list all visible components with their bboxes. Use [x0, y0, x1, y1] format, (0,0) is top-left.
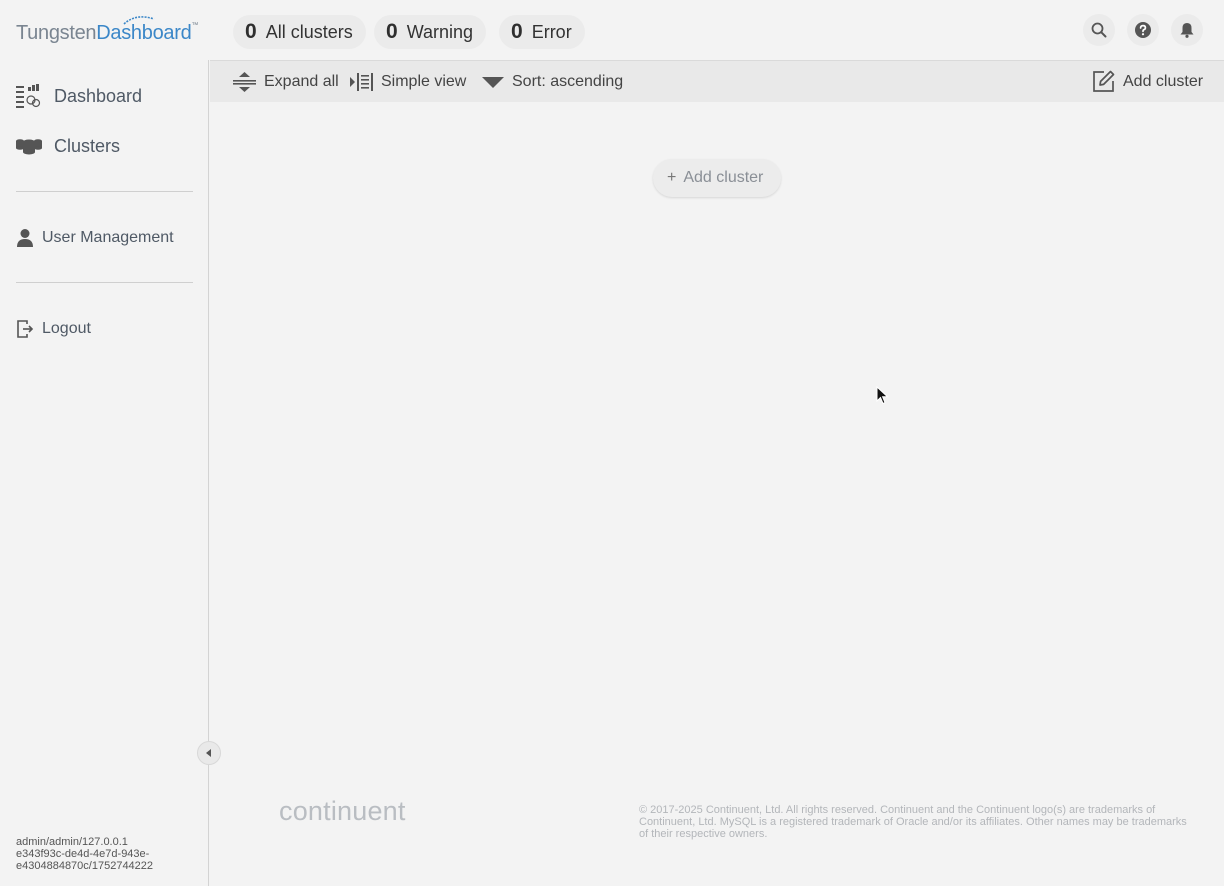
notifications-button[interactable]: [1171, 14, 1203, 46]
logo-trademark: ™: [191, 22, 199, 29]
expand-all-button[interactable]: Expand all: [233, 61, 339, 102]
logo-text-bold: Dashboard: [96, 22, 192, 44]
mouse-cursor-icon: [876, 386, 889, 405]
stat-all-clusters[interactable]: 0 All clusters: [233, 15, 366, 49]
session-id-part1: e343f93c-de4d-4e7d-943e-: [16, 848, 150, 860]
caret-down-icon: [482, 76, 504, 88]
dashboard-icon: [16, 84, 41, 108]
sort-button[interactable]: Sort: ascending: [482, 61, 623, 102]
sidebar-item-label: Logout: [42, 320, 91, 337]
stat-count: 0: [245, 20, 257, 43]
main-content: + Add cluster continuent © 2017-2025 Con…: [210, 102, 1224, 886]
sidebar-item-label: Dashboard: [54, 85, 143, 106]
session-info: admin/admin/127.0.0.1 e343f93c-de4d-4e7d…: [16, 836, 196, 872]
sidebar-item-dashboard[interactable]: Dashboard: [16, 84, 142, 108]
logo-arc-icon: [123, 16, 155, 25]
sidebar-divider: [16, 282, 193, 283]
expand-all-icon: [233, 71, 256, 92]
add-cluster-toolbar-label: Add cluster: [1123, 72, 1204, 90]
logout-icon: [17, 320, 34, 338]
help-button[interactable]: [1127, 14, 1159, 46]
footer-legal-text: © 2017-2025 Continuent, Ltd. All rights …: [639, 804, 1187, 840]
sidebar-item-clusters[interactable]: Clusters: [16, 136, 120, 157]
bell-icon: [1180, 23, 1194, 38]
simple-view-button[interactable]: Simple view: [350, 61, 466, 102]
top-bar: TungstenDashboard™ 0 All clusters 0 Warn…: [0, 0, 1224, 60]
session-user: admin/admin/127.0.0.1: [16, 836, 128, 848]
app-window: TungstenDashboard™ 0 All clusters 0 Warn…: [0, 0, 1224, 886]
stat-error[interactable]: 0 Error: [499, 15, 585, 49]
stat-label: All clusters: [265, 21, 353, 42]
sort-label: Sort: ascending: [512, 72, 624, 90]
session-id-part2: e4304884870c/1752744222: [16, 860, 154, 872]
sidebar: Dashboard Clusters User Management Logou…: [0, 60, 209, 886]
help-icon: [1135, 22, 1151, 38]
stat-count: 0: [386, 20, 398, 43]
add-cluster-toolbar-button[interactable]: Add cluster: [1092, 61, 1203, 102]
edit-icon: [1093, 70, 1115, 92]
add-cluster-button[interactable]: + Add cluster: [653, 159, 782, 197]
simple-view-label: Simple view: [381, 72, 467, 90]
simple-view-icon: [350, 72, 373, 91]
search-button[interactable]: [1083, 14, 1115, 46]
sidebar-item-label: User Management: [42, 229, 174, 246]
stat-warning[interactable]: 0 Warning: [374, 15, 487, 49]
clusters-icon: [16, 138, 42, 154]
stat-label: Error: [531, 21, 572, 42]
sidebar-divider: [16, 191, 193, 192]
user-icon: [17, 229, 33, 247]
sidebar-item-user-management[interactable]: User Management: [16, 228, 174, 248]
app-logo[interactable]: TungstenDashboard™: [16, 22, 198, 45]
stat-label: Warning: [406, 21, 474, 42]
search-icon: [1091, 22, 1107, 38]
footer-brand-logo[interactable]: continuent: [279, 796, 406, 827]
expand-all-label: Expand all: [264, 72, 339, 90]
stat-count: 0: [511, 20, 523, 43]
toolbar: Expand all Simple view Sort: ascending A…: [210, 60, 1224, 102]
logo-text-light: Tungsten: [16, 22, 97, 44]
sidebar-item-label: Clusters: [54, 136, 121, 156]
plus-icon: +: [667, 169, 677, 186]
sidebar-item-logout[interactable]: Logout: [16, 319, 91, 339]
add-cluster-label: Add cluster: [683, 169, 764, 186]
